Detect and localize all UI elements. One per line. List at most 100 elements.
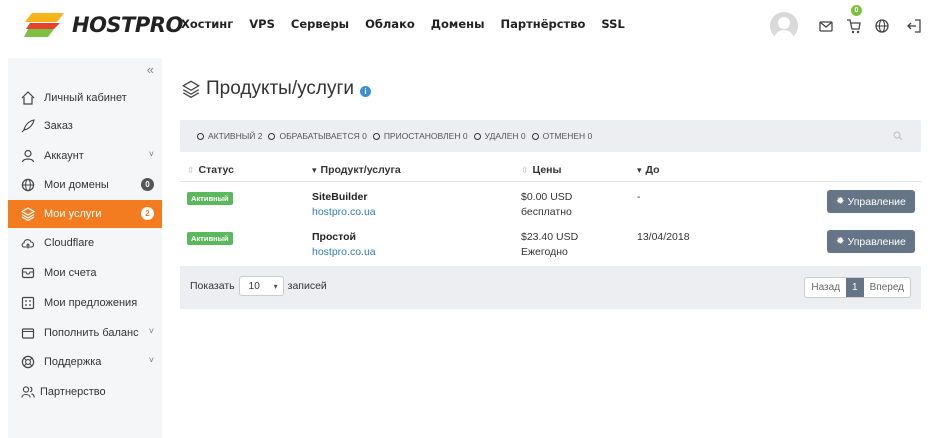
page-title: Продукты/услуги i <box>182 78 372 100</box>
filter-suspended[interactable]: ПРИОСТАНОВЛЕН 0 <box>372 131 468 141</box>
page-length-select[interactable]: 10 ▾ <box>238 276 284 296</box>
logo[interactable]: HOSTPRO <box>24 10 183 40</box>
sidebar-item-label: Cloudflare <box>44 237 95 249</box>
sort-desc-icon: ▾ <box>637 165 642 175</box>
sidebar-item-domains[interactable]: Мои домены 0 <box>8 171 162 199</box>
sidebar-item-services[interactable]: Мои услуги 2 <box>8 200 162 228</box>
page-length-value: 10 <box>248 280 260 292</box>
show-label: Показать <box>190 280 235 292</box>
manage-button[interactable]: ✹ Управление <box>827 190 915 213</box>
info-icon[interactable]: i <box>360 85 372 97</box>
product-domain-link[interactable]: hostpro.co.ua <box>312 246 376 258</box>
sidebar-item-order[interactable]: Заказ <box>8 112 162 140</box>
column-price[interactable]: ⇳ Цены <box>521 164 562 176</box>
price: $0.00 USD <box>521 191 573 203</box>
chevron-down-icon: ˅ <box>148 149 154 159</box>
manage-button-label: Управление <box>847 235 906 248</box>
collapse-sidebar-icon[interactable]: « <box>147 62 154 77</box>
sidebar-item-label: Мои предложения <box>44 297 138 309</box>
lifebuoy-icon <box>20 354 36 370</box>
nav-cloud[interactable]: Облако <box>365 17 415 31</box>
filter-cancelled[interactable]: ОТМЕНЕН 0 <box>531 131 592 141</box>
cart-count-badge: 0 <box>851 5 862 16</box>
globe-icon <box>20 177 36 193</box>
cloud-icon <box>20 235 36 251</box>
sidebar-item-label: Мои счета <box>44 267 97 279</box>
top-nav: Хостинг VPS Серверы Облако Домены Партнё… <box>181 17 641 31</box>
wallet-icon <box>20 325 36 341</box>
sidebar-item-add-funds[interactable]: Пополнить баланс ˅ <box>8 319 162 347</box>
column-status[interactable]: ⇳ Статус <box>187 164 234 176</box>
chevron-down-icon: ▾ <box>273 281 278 291</box>
services-count-badge: 2 <box>141 207 154 220</box>
column-due[interactable]: ▾ До <box>637 164 660 176</box>
nav-domains[interactable]: Домены <box>431 17 485 31</box>
cart-icon[interactable] <box>846 18 862 34</box>
billing-cycle: бесплатно <box>521 206 572 218</box>
product-domain-link[interactable]: hostpro.co.ua <box>312 206 376 218</box>
logo-text: HOSTPRO <box>72 13 183 37</box>
due-date: 13/04/2018 <box>637 231 690 243</box>
sidebar-item-cloudflare[interactable]: Cloudflare <box>8 229 162 257</box>
sidebar: « Личный кабинет Заказ Аккаунт ˅ Мои дом… <box>8 58 162 438</box>
nav-ssl[interactable]: SSL <box>601 17 624 31</box>
sidebar-item-label: Мои домены <box>44 179 109 191</box>
search-icon[interactable] <box>893 131 903 141</box>
sidebar-item-quotes[interactable]: Мои предложения <box>8 289 162 317</box>
avatar[interactable] <box>770 12 798 40</box>
status-filter-bar: АКТИВНЫЙ 2 ОБРАБАТЫВАЕТСЯ 0 ПРИОСТАНОВЛЕ… <box>180 120 921 152</box>
sidebar-item-label: Пополнить баланс <box>44 327 139 339</box>
mail-icon[interactable] <box>818 18 834 34</box>
radio-icon <box>372 133 380 140</box>
page-title-text: Продукты/услуги <box>206 78 355 99</box>
logo-mark-icon <box>24 13 64 37</box>
logout-icon[interactable] <box>906 18 922 34</box>
layers-icon <box>20 206 36 222</box>
quote-icon <box>20 295 36 311</box>
billing-cycle: Ежегодно <box>521 246 568 258</box>
table-row[interactable]: Активный Простой hostpro.co.ua $23.40 US… <box>180 229 921 267</box>
home-icon <box>20 90 36 106</box>
status-badge: Активный <box>187 232 233 245</box>
radio-icon <box>473 133 481 140</box>
sidebar-item-label: Мои услуги <box>44 208 102 220</box>
sidebar-item-affiliates[interactable]: Партнерство <box>8 378 162 406</box>
manage-button[interactable]: ✹ Управление <box>827 230 915 253</box>
sidebar-item-label: Личный кабинет <box>44 92 127 104</box>
layers-icon <box>182 80 200 98</box>
table-footer: Показать 10 ▾ записей Назад 1 Вперед <box>180 266 921 309</box>
column-product[interactable]: ▾ Продукт/услуга <box>312 164 401 176</box>
sidebar-item-support[interactable]: Поддержка ˅ <box>8 348 162 376</box>
current-page-button[interactable]: 1 <box>846 278 864 297</box>
product-name: Простой <box>312 231 356 243</box>
sidebar-item-label: Партнерство <box>40 386 106 398</box>
filter-pending[interactable]: ОБРАБАТЫВАЕТСЯ 0 <box>268 131 367 141</box>
top-header: HOSTPRO Хостинг VPS Серверы Облако Домен… <box>0 0 940 52</box>
table-row[interactable]: Активный SiteBuilder hostpro.co.ua $0.00… <box>180 189 921 227</box>
nav-hosting[interactable]: Хостинг <box>181 17 233 31</box>
invoice-icon <box>20 265 36 281</box>
sort-icon: ⇳ <box>187 165 195 175</box>
nav-vps[interactable]: VPS <box>249 17 275 31</box>
sidebar-item-account[interactable]: Аккаунт ˅ <box>8 142 162 170</box>
prev-page-button[interactable]: Назад <box>805 278 846 297</box>
manage-button-label: Управление <box>847 195 906 208</box>
next-page-button[interactable]: Вперед <box>864 278 910 297</box>
chevron-down-icon: ˅ <box>148 355 154 365</box>
chevron-down-icon: ˅ <box>148 326 154 336</box>
radio-icon <box>197 133 204 140</box>
nav-servers[interactable]: Серверы <box>291 17 349 31</box>
filter-active[interactable]: АКТИВНЫЙ 2 <box>197 131 262 141</box>
user-icon <box>20 148 36 164</box>
gear-icon: ✹ <box>836 196 845 207</box>
globe-icon[interactable] <box>874 18 890 34</box>
pagination: Назад 1 Вперед <box>804 277 911 298</box>
sidebar-item-dashboard[interactable]: Личный кабинет <box>8 84 162 112</box>
sidebar-item-label: Поддержка <box>44 356 102 368</box>
filter-terminated[interactable]: УДАЛЕН 0 <box>473 131 526 141</box>
product-name: SiteBuilder <box>312 191 368 203</box>
sort-desc-icon: ▾ <box>312 165 317 175</box>
nav-partnership[interactable]: Партнёрство <box>500 17 585 31</box>
records-label: записей <box>287 280 327 292</box>
sidebar-item-invoices[interactable]: Мои счета <box>8 259 162 287</box>
